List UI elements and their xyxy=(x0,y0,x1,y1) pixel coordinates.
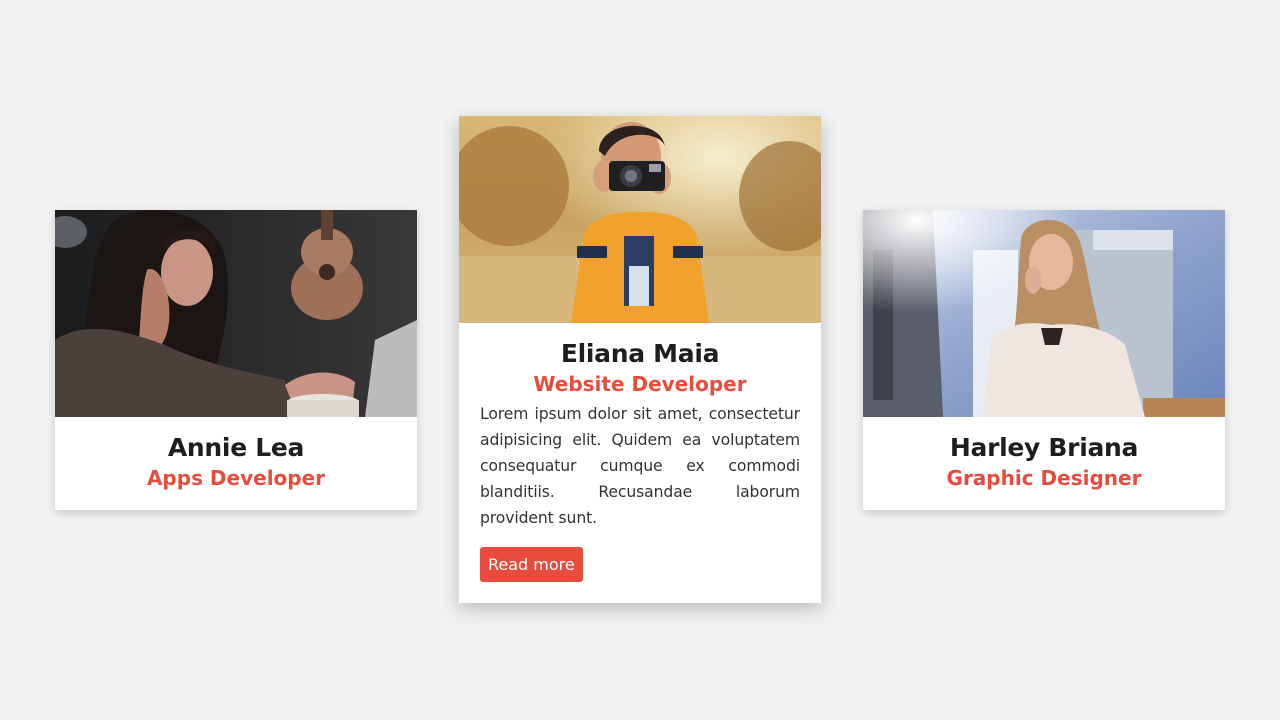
profile-card-harley[interactable]: Harley Briana Graphic Designer xyxy=(863,210,1225,510)
profile-photo-image xyxy=(55,210,417,417)
profile-photo-image xyxy=(459,116,821,323)
profile-card-eliana[interactable]: Eliana Maia Website Developer Lorem ipsu… xyxy=(459,116,821,603)
profile-name: Annie Lea xyxy=(167,433,305,462)
profile-photo xyxy=(863,210,1225,417)
profile-info: Annie Lea Apps Developer xyxy=(55,417,417,493)
profile-role: Graphic Designer xyxy=(946,466,1142,490)
read-more-button[interactable]: Read more xyxy=(480,547,583,582)
profile-role: Website Developer xyxy=(533,372,747,396)
profile-cards-stage: Annie Lea Apps Developer Eliana Maia Web… xyxy=(0,0,1280,720)
profile-photo xyxy=(459,116,821,323)
profile-info: Harley Briana Graphic Designer xyxy=(863,417,1225,493)
profile-card-annie[interactable]: Annie Lea Apps Developer xyxy=(55,210,417,510)
profile-photo xyxy=(55,210,417,417)
profile-photo-image xyxy=(863,210,1225,417)
profile-info: Eliana Maia Website Developer xyxy=(459,323,821,399)
profile-description: Lorem ipsum dolor sit amet, consectetur … xyxy=(480,405,800,527)
profile-name: Harley Briana xyxy=(949,433,1139,462)
profile-name: Eliana Maia xyxy=(560,339,720,368)
profile-role: Apps Developer xyxy=(146,466,326,490)
